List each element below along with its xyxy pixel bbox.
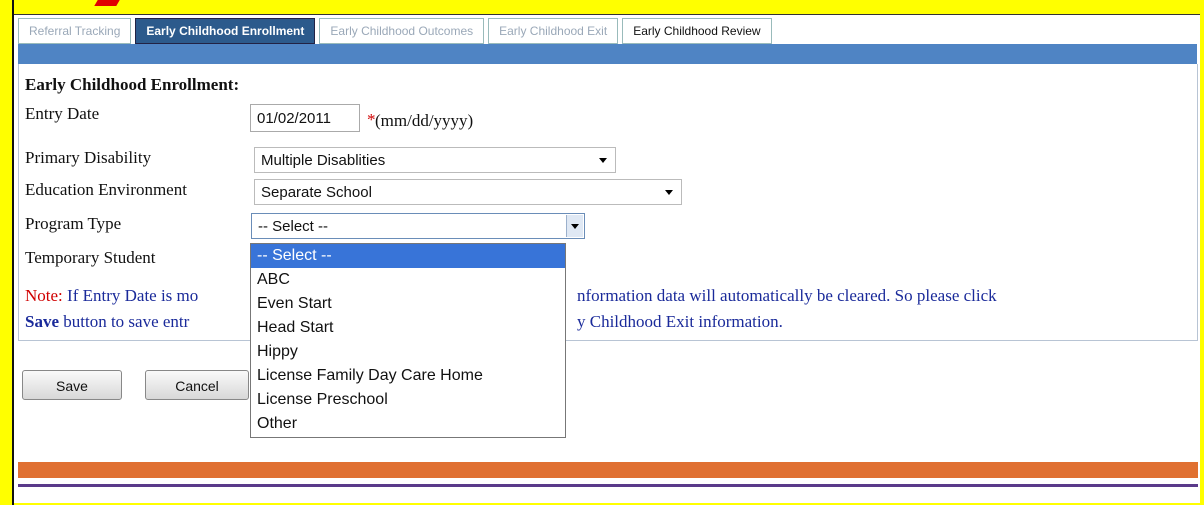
tab-early-childhood-outcomes[interactable]: Early Childhood Outcomes xyxy=(319,18,485,44)
dropdown-option[interactable]: Other xyxy=(251,412,565,436)
chevron-down-icon xyxy=(599,158,607,163)
dropdown-option[interactable]: ABC xyxy=(251,268,565,292)
cancel-button[interactable]: Cancel xyxy=(145,370,249,400)
tab-early-childhood-enrollment[interactable]: Early Childhood Enrollment xyxy=(135,18,316,44)
tab-early-childhood-exit[interactable]: Early Childhood Exit xyxy=(488,18,619,44)
dropdown-option[interactable]: Even Start xyxy=(251,292,565,316)
entry-date-label: Entry Date xyxy=(25,104,100,123)
footer-orange-bar xyxy=(18,462,1198,478)
chevron-down-icon xyxy=(571,224,579,229)
note-text-start: If Entry Date is mo xyxy=(67,286,199,305)
program-type-select[interactable]: -- Select -- xyxy=(251,213,585,239)
note-prefix: Note: xyxy=(25,286,63,305)
entry-date-input[interactable]: 01/02/2011 xyxy=(250,104,360,132)
dropdown-option[interactable]: Hippy xyxy=(251,340,565,364)
temporary-student-label: Temporary Student xyxy=(25,248,156,267)
save-button[interactable]: Save xyxy=(22,370,122,400)
tab-bar: Referral Tracking Early Childhood Enroll… xyxy=(18,18,776,44)
annotation-arrow-mark xyxy=(94,0,120,6)
note-text-2-start: button to save entr xyxy=(63,312,190,331)
dropdown-option[interactable]: License Family Day Care Home xyxy=(251,364,565,388)
footer-purple-line xyxy=(18,484,1198,487)
enrollment-form-panel: Early Childhood Enrollment: Entry Date 0… xyxy=(18,64,1198,341)
dropdown-option[interactable]: Head Start xyxy=(251,316,565,340)
dropdown-option[interactable]: -- Select -- xyxy=(251,244,565,268)
education-environment-select[interactable]: Separate School xyxy=(254,179,682,205)
note-line-2: Save button to save entr xyxy=(25,312,189,332)
primary-disability-value: Multiple Disablities xyxy=(261,152,386,169)
highlight-border-left xyxy=(0,0,14,505)
section-title: Early Childhood Enrollment: xyxy=(25,75,240,94)
chevron-down-icon xyxy=(665,190,673,195)
education-environment-value: Separate School xyxy=(261,184,372,201)
note-text-end: nformation data will automatically be cl… xyxy=(577,286,997,305)
highlight-border-right xyxy=(1200,0,1204,505)
tab-referral-tracking[interactable]: Referral Tracking xyxy=(18,18,132,44)
primary-disability-label: Primary Disability xyxy=(25,148,152,167)
date-format-hint: (mm/dd/yyyy) xyxy=(375,111,474,130)
section-header-bar xyxy=(18,44,1197,64)
education-environment-label: Education Environment xyxy=(25,180,187,199)
dropdown-option[interactable]: License Preschool xyxy=(251,388,565,412)
tab-early-childhood-review[interactable]: Early Childhood Review xyxy=(622,18,772,44)
program-type-value: -- Select -- xyxy=(258,218,329,235)
dropdown-button[interactable] xyxy=(566,215,583,237)
highlight-border-top xyxy=(0,0,1204,15)
program-type-label: Program Type xyxy=(25,214,122,233)
program-type-dropdown-list: -- Select -- ABC Even Start Head Start H… xyxy=(250,243,566,438)
note-line-1: Note: If Entry Date is mo xyxy=(25,286,198,306)
note-save-word: Save xyxy=(25,312,59,331)
note-text-2-end: y Childhood Exit information. xyxy=(577,312,783,331)
primary-disability-select[interactable]: Multiple Disablities xyxy=(254,147,616,173)
